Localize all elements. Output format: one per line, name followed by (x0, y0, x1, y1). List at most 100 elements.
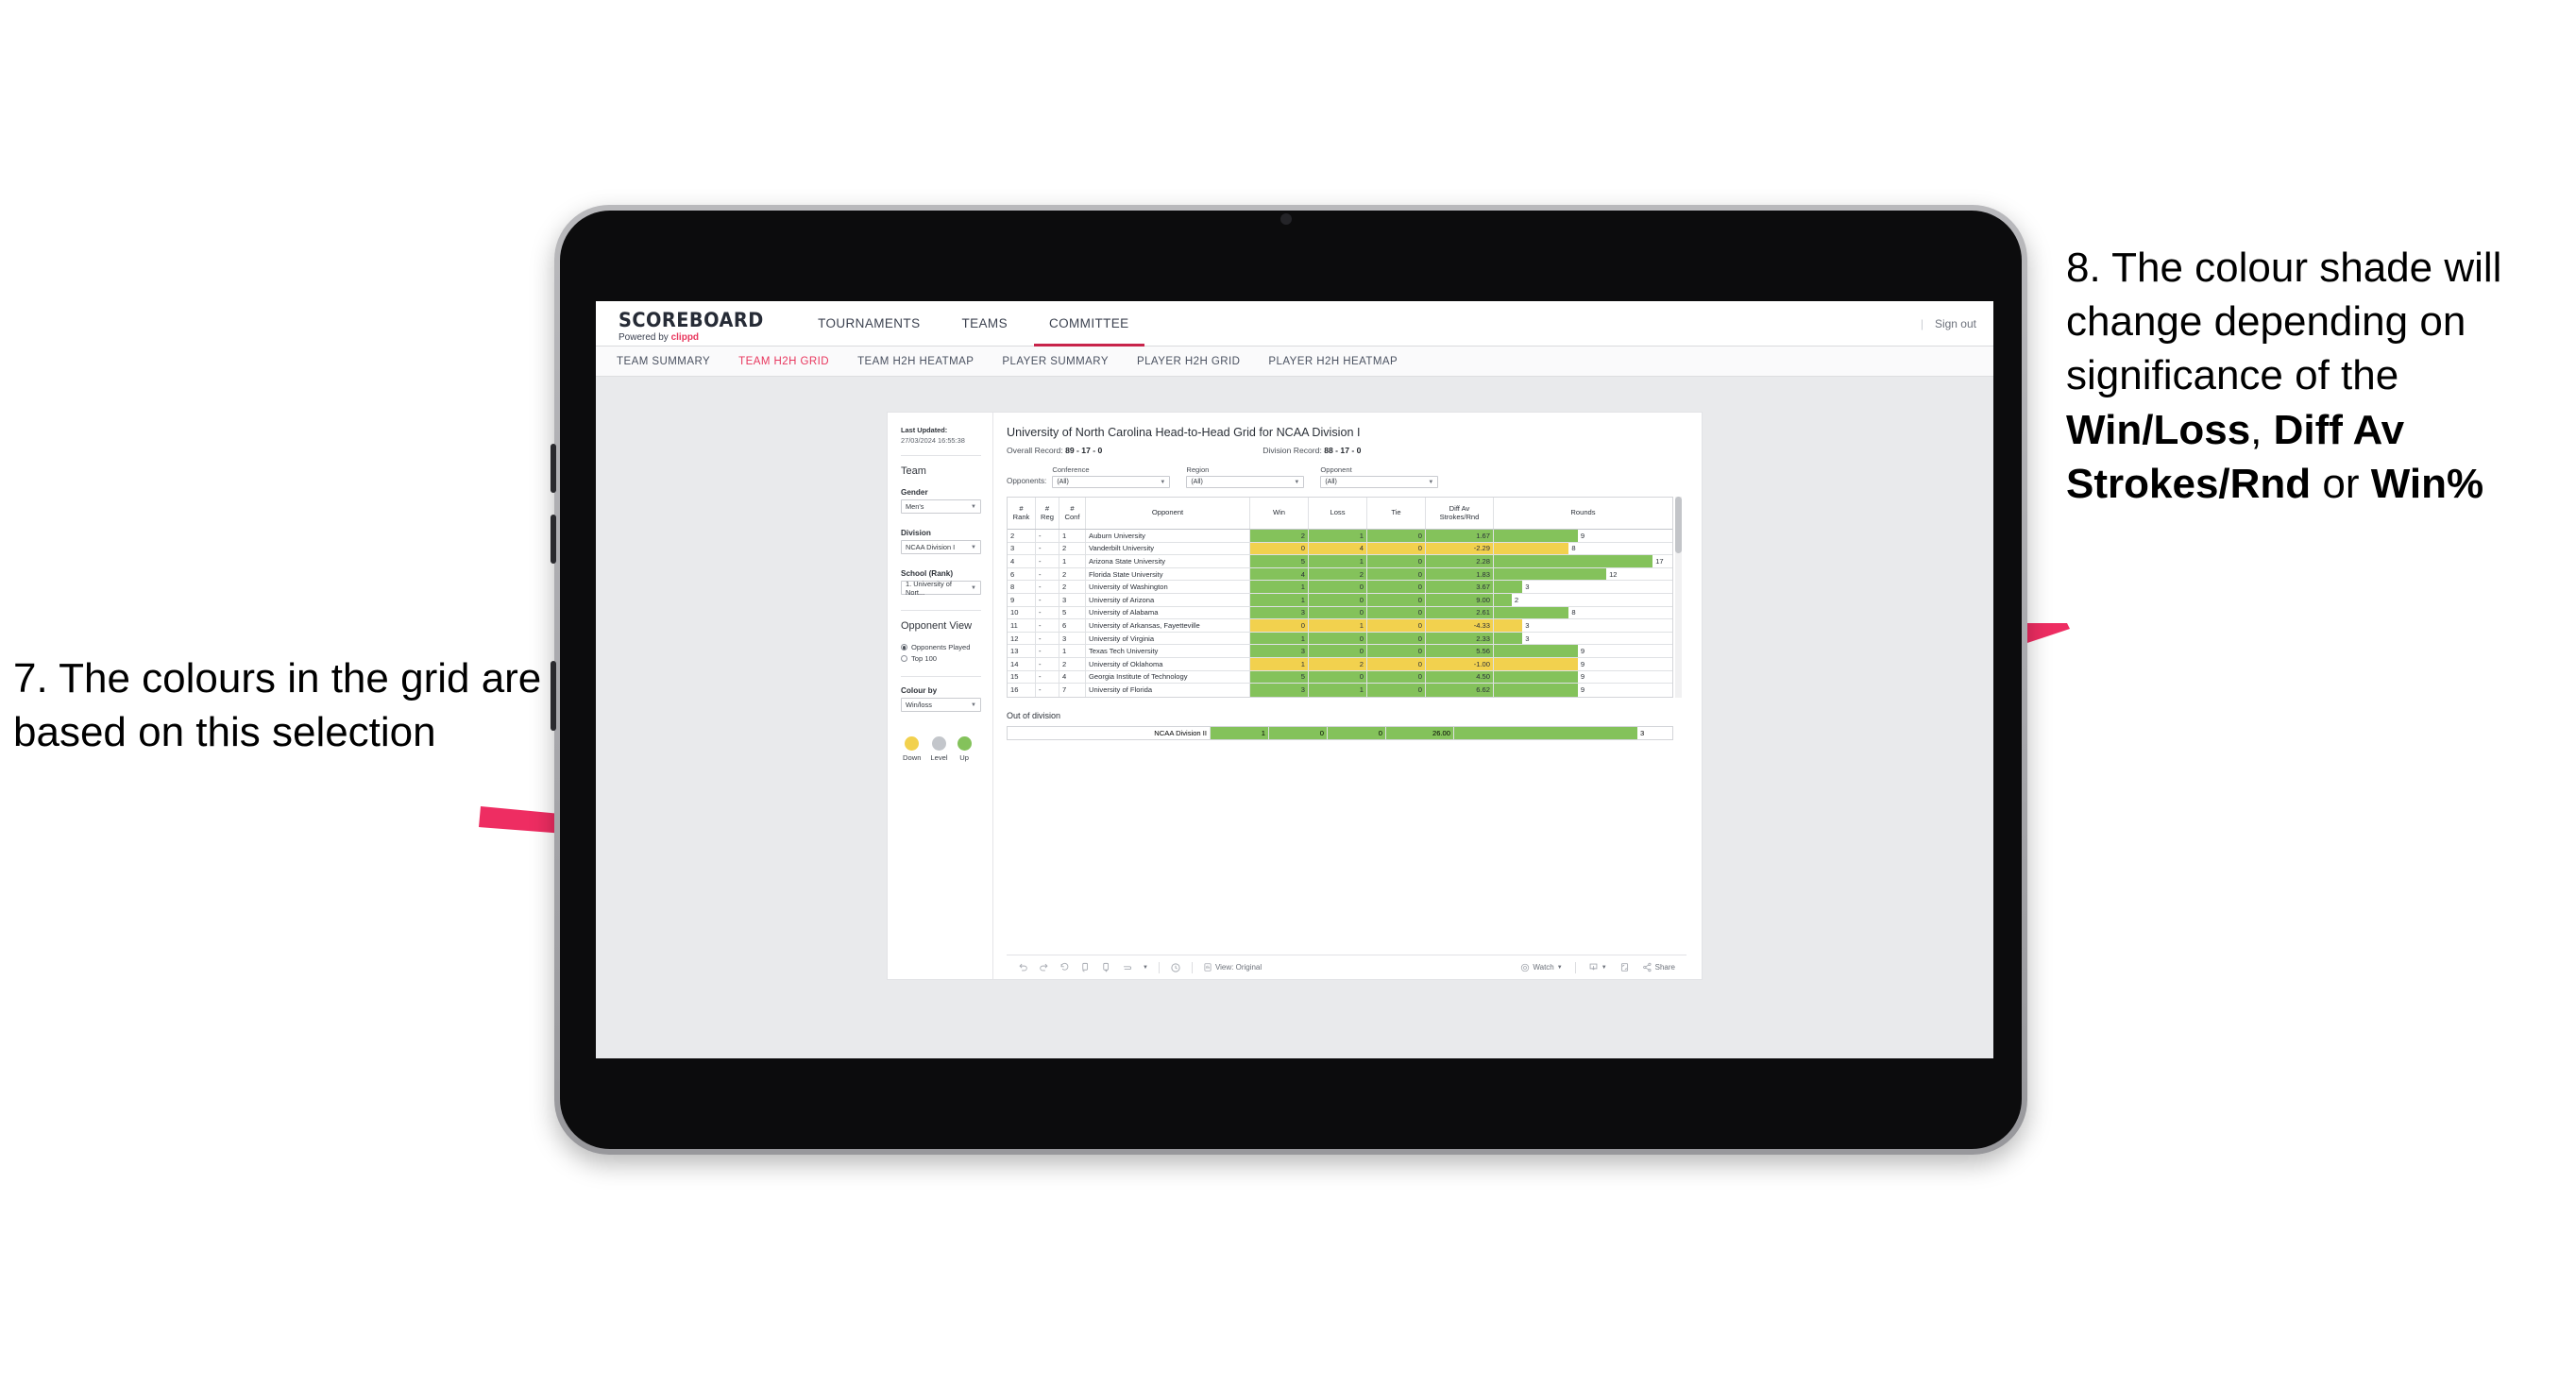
division-select[interactable]: NCAA Division I ▼ (901, 540, 981, 555)
cell-tie: 0 (1367, 555, 1426, 567)
cell-tie: 0 (1367, 657, 1426, 670)
gender-select[interactable]: Men's ▼ (901, 499, 981, 515)
fullscreen-icon[interactable] (1619, 962, 1630, 972)
cell-conf: 2 (1059, 581, 1086, 593)
nav-item-committee[interactable]: COMMITTEE (1028, 301, 1150, 346)
subnav-item-player-summary[interactable]: PLAYER SUMMARY (1002, 356, 1109, 367)
table-row[interactable]: 12-3 University of Virginia 1 0 0 2.33 3 (1008, 632, 1672, 646)
chevron-down-icon: ▼ (971, 503, 976, 510)
cell-rounds: 3 (1494, 632, 1672, 645)
cell-loss: 0 (1309, 606, 1367, 619)
download-button[interactable]: ▼ (1588, 962, 1607, 972)
filter-region-select[interactable]: (All) ▼ (1186, 476, 1305, 488)
chevron-down-icon: ▼ (1556, 964, 1563, 971)
col-header-opponent[interactable]: Opponent (1086, 498, 1250, 529)
radio-icon (901, 655, 907, 663)
legend-label-level: Level (930, 753, 948, 763)
undo-icon[interactable] (1018, 962, 1028, 972)
filter-conference-select[interactable]: (All) ▼ (1052, 476, 1171, 488)
view-original-button[interactable]: View: Original (1203, 962, 1262, 972)
watch-button[interactable]: Watch ▼ (1520, 963, 1563, 972)
subnav-item-team-summary[interactable]: TEAM SUMMARY (617, 356, 710, 367)
chevron-down-icon: ▼ (971, 544, 976, 550)
clock-icon[interactable] (1170, 962, 1181, 973)
refresh-icon[interactable] (1080, 962, 1091, 972)
col-header-rank[interactable]: # Rank (1008, 498, 1036, 529)
filter-region: Region (All) ▼ (1186, 465, 1305, 488)
cell-conf: 3 (1059, 593, 1086, 606)
cell-opponent: University of Arkansas, Fayetteville (1086, 619, 1250, 632)
col-header-tie[interactable]: Tie (1367, 498, 1426, 529)
pause-icon[interactable] (1101, 962, 1111, 972)
nav-item-teams[interactable]: TEAMS (941, 301, 1028, 346)
toolbar-divider (1158, 961, 1160, 973)
radio-label: Top 100 (911, 654, 938, 664)
table-row[interactable]: 3-2 Vanderbilt University 0 4 0 -2.29 8 (1008, 542, 1672, 556)
table-row[interactable]: 11-6 University of Arkansas, Fayetteville… (1008, 619, 1672, 633)
subnav-item-player-h2h-grid[interactable]: PLAYER H2H GRID (1137, 356, 1240, 367)
cell-diff: 9.00 (1426, 593, 1494, 606)
subnav-item-team-h2h-heatmap[interactable]: TEAM H2H HEATMAP (857, 356, 974, 367)
filter-opponent-select[interactable]: (All) ▼ (1320, 476, 1439, 488)
cell-opponent: Georgia Institute of Technology (1086, 670, 1250, 684)
rounds-value: 3 (1525, 620, 1530, 630)
colour-by-select[interactable]: Win/loss ▼ (901, 698, 981, 713)
col-header-loss[interactable]: Loss (1309, 498, 1367, 529)
col-header-rounds[interactable]: Rounds (1494, 498, 1672, 529)
watch-label: Watch (1533, 963, 1554, 972)
revert-icon[interactable] (1059, 962, 1070, 972)
col-header-win[interactable]: Win (1250, 498, 1309, 529)
table-row[interactable]: 4-1 Arizona State University 5 1 0 2.28 17 (1008, 555, 1672, 568)
table-row[interactable]: 2-1 Auburn University 2 1 0 1.67 9 (1008, 530, 1672, 543)
nav-item-tournaments[interactable]: TOURNAMENTS (797, 301, 941, 346)
cell-rank: 12 (1008, 632, 1036, 645)
table-row[interactable]: 16-7 University of Florida 3 1 0 6.62 9 (1008, 684, 1672, 697)
table-row[interactable]: NCAA Division II 1 0 0 26.00 3 (1008, 726, 1672, 740)
toolbar-divider (1191, 961, 1193, 973)
col-header-reg[interactable]: # Reg (1036, 498, 1059, 529)
radio-top-100[interactable]: Top 100 (901, 654, 981, 663)
table-row[interactable]: 6-2 Florida State University 4 2 0 1.83 12 (1008, 567, 1672, 582)
table-row[interactable]: 15-4 Georgia Institute of Technology 5 0 0 4.… (1008, 670, 1672, 685)
chevron-down-icon: ▼ (1428, 479, 1434, 485)
rounds-value: 9 (1580, 672, 1585, 682)
table-row[interactable]: 10-5 University of Alabama 3 0 0 2.61 8 (1008, 606, 1672, 620)
table-row[interactable]: 13-1 Texas Tech University 3 0 0 5.56 9 (1008, 645, 1672, 658)
volume-button-down[interactable] (551, 515, 556, 564)
table-row[interactable]: 14-2 University of Oklahoma 1 2 0 -1.00 9 (1008, 657, 1672, 671)
cell-rank: 13 (1008, 645, 1036, 657)
volume-button-up[interactable] (551, 444, 556, 493)
sign-out-link[interactable]: Sign out (1935, 317, 1976, 330)
redo-icon[interactable] (1039, 962, 1049, 972)
ood-win: 1 (1211, 726, 1269, 740)
rounds-bar (1494, 593, 1512, 606)
share-button[interactable]: Share (1642, 962, 1675, 972)
cell-rounds: 8 (1494, 542, 1672, 555)
out-of-division-title: Out of division (1007, 710, 1061, 720)
chevron-down-icon[interactable]: ▼ (1143, 965, 1148, 971)
brand-logo[interactable]: SCOREBOARD Powered by clippd (596, 301, 797, 346)
subnav-item-player-h2h-heatmap[interactable]: PLAYER H2H HEATMAP (1268, 356, 1398, 367)
power-button[interactable] (551, 661, 556, 731)
chevron-down-icon: ▼ (971, 584, 976, 591)
radio-opponents-played[interactable]: Opponents Played (901, 643, 981, 651)
table-row[interactable]: 9-3 University of Arizona 1 0 0 9.00 2 (1008, 593, 1672, 607)
cell-win: 3 (1250, 645, 1309, 657)
table-row[interactable]: 8-2 University of Washington 1 0 0 3.67 3 (1008, 581, 1672, 594)
col-header-diff-av-strokes[interactable]: Diff Av Strokes/Rnd (1426, 498, 1494, 529)
rounds-bar (1494, 606, 1569, 619)
school-select[interactable]: 1. University of Nort... ▼ (901, 580, 981, 597)
cell-loss: 1 (1309, 684, 1367, 697)
subnav-item-team-h2h-grid[interactable]: TEAM H2H GRID (738, 356, 829, 367)
records-row: Overall Record: 89 - 17 - 0 Division Rec… (1007, 446, 1686, 455)
brand-clippd: clippd (670, 331, 700, 343)
last-updated-label: Last Updated: (901, 426, 948, 434)
col-header-conf[interactable]: # Conf (1059, 498, 1086, 529)
school-label: School (Rank) (901, 569, 954, 579)
filter-region-value: (All) (1191, 479, 1203, 485)
divider (901, 676, 981, 678)
swap-icon[interactable] (1122, 962, 1132, 972)
rounds-value: 9 (1580, 685, 1585, 695)
table-scrollbar-thumb[interactable] (1675, 497, 1682, 553)
table-header-row: # Rank # Reg # Conf Opponent Win Loss Tie D… (1008, 498, 1672, 530)
